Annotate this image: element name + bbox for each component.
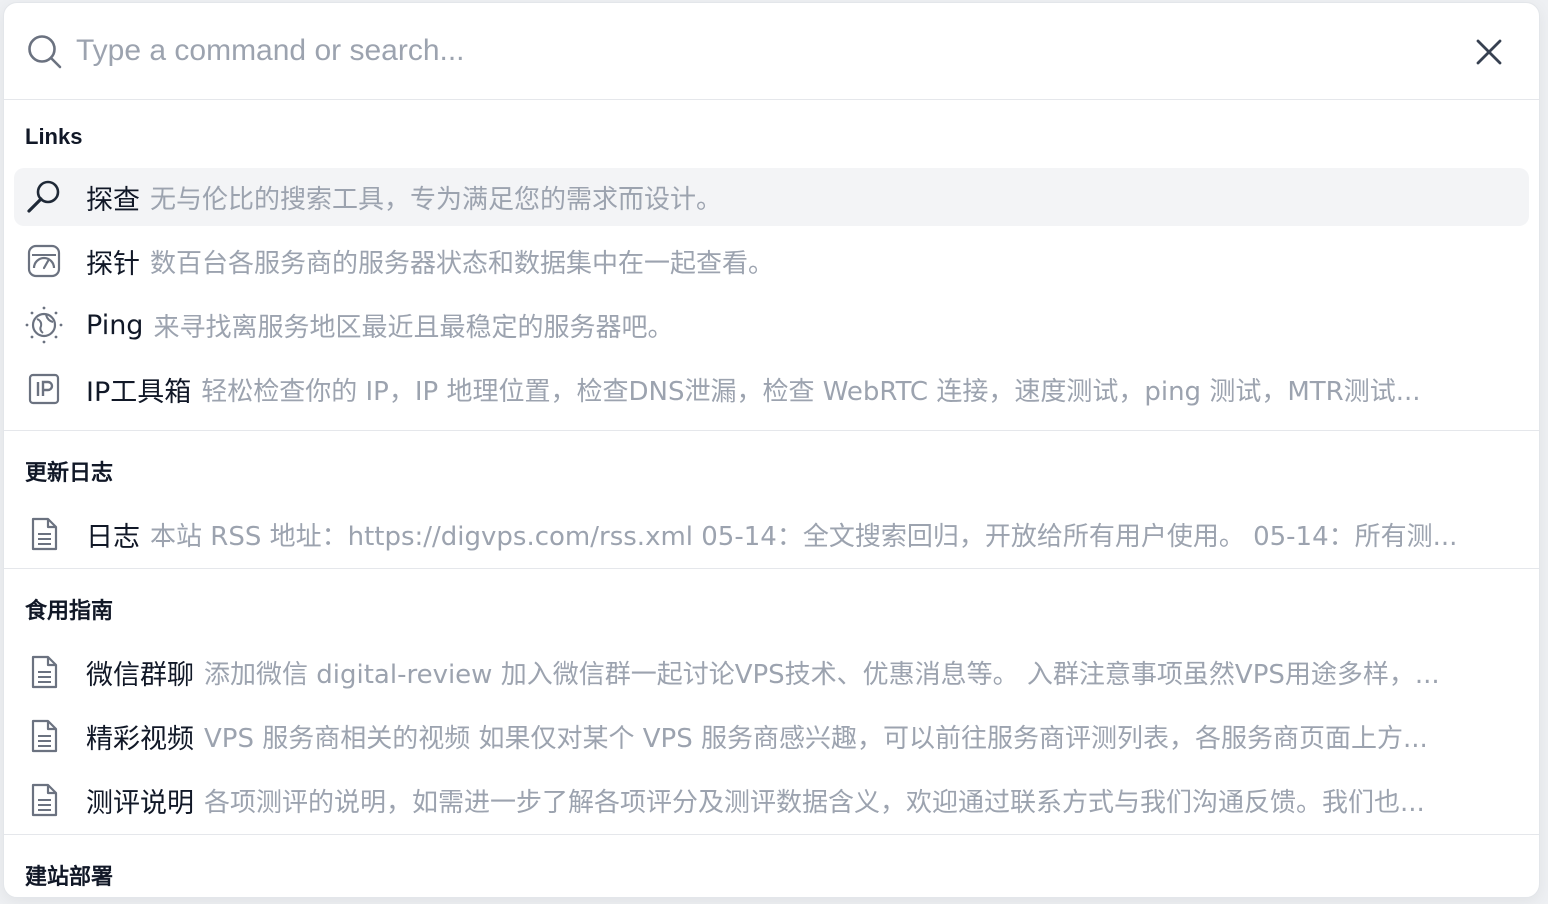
item-description: 来寻找离服务地区最近且最稳定的服务器吧。 — [153, 312, 674, 343]
search-icon — [26, 33, 64, 71]
close-icon — [1476, 39, 1502, 65]
list-item-log[interactable]: 日志 本站 RSS 地址：https://digvps.com/rss.xml … — [14, 505, 1529, 563]
group-guide: 食用指南 微信群聊 添加微信 digital-review 加入微信群一起讨论V… — [4, 569, 1539, 835]
item-title: 精彩视频 — [86, 723, 194, 755]
item-title: Ping — [86, 309, 144, 341]
item-title: 日志 — [86, 521, 140, 553]
group-changelog: 更新日志 日志 本站 RSS 地址：https://digvps.com/rss… — [4, 431, 1539, 569]
ip-icon — [24, 369, 64, 409]
close-button[interactable] — [1473, 36, 1505, 68]
list-item-ip-toolbox[interactable]: IP工具箱 轻松检查你的 IP，IP 地理位置，检查DNS泄漏，检查 WebRT… — [14, 360, 1529, 418]
item-description: 数百台各服务商的服务器状态和数据集中在一起查看。 — [150, 248, 775, 279]
list-item-review-notes[interactable]: 测评说明 各项测评的说明，如需进一步了解各项评分及测评数据含义，欢迎通过联系方式… — [14, 771, 1529, 829]
group-heading: 更新日志 — [25, 460, 114, 485]
group-heading: 建站部署 — [25, 864, 114, 889]
document-icon — [24, 514, 64, 554]
globe-icon — [24, 305, 64, 345]
search-input[interactable] — [76, 27, 1436, 75]
list-item-wechat-group[interactable]: 微信群聊 添加微信 digital-review 加入微信群一起讨论VPS技术、… — [14, 643, 1529, 701]
group-heading: Links — [25, 124, 83, 149]
list-item-probe[interactable]: 探针 数百台各服务商的服务器状态和数据集中在一起查看。 — [14, 232, 1529, 290]
item-description: 轻松检查你的 IP，IP 地理位置，检查DNS泄漏，检查 WebRTC 连接，速… — [201, 376, 1421, 407]
item-title: 探针 — [86, 248, 140, 280]
item-title: IP工具箱 — [86, 376, 192, 408]
group-deployment: 建站部署 — [4, 835, 1539, 897]
item-description: 本站 RSS 地址：https://digvps.com/rss.xml 05-… — [150, 521, 1458, 552]
group-links: Links 探查 无与伦比的搜索工具，专为满足您的需求而设计。 探针 数百台各服… — [4, 100, 1539, 431]
document-icon — [24, 652, 64, 692]
list-item-videos[interactable]: 精彩视频 VPS 服务商相关的视频 如果仅对某个 VPS 服务商感兴趣，可以前往… — [14, 707, 1529, 765]
document-icon — [24, 780, 64, 820]
document-icon — [24, 716, 64, 756]
item-description: 各项测评的说明，如需进一步了解各项评分及测评数据含义，欢迎通过联系方式与我们沟通… — [204, 787, 1425, 818]
group-heading: 食用指南 — [25, 598, 114, 623]
list-item-ping[interactable]: Ping 来寻找离服务地区最近且最稳定的服务器吧。 — [14, 296, 1529, 354]
command-palette: Links 探查 无与伦比的搜索工具，专为满足您的需求而设计。 — [3, 2, 1540, 898]
item-title: 测评说明 — [86, 787, 194, 819]
list-item-explore[interactable]: 探查 无与伦比的搜索工具，专为满足您的需求而设计。 — [14, 168, 1529, 226]
item-description: 无与伦比的搜索工具，专为满足您的需求而设计。 — [150, 184, 723, 215]
search-bar — [4, 3, 1539, 100]
item-description: VPS 服务商相关的视频 如果仅对某个 VPS 服务商感兴趣，可以前往服务商评测… — [204, 723, 1428, 754]
item-title: 微信群聊 — [86, 659, 194, 691]
item-description: 添加微信 digital-review 加入微信群一起讨论VPS技术、优惠消息等… — [204, 659, 1440, 690]
gauge-icon — [24, 241, 64, 281]
item-title: 探查 — [86, 184, 140, 216]
magnifier-icon — [24, 177, 64, 217]
